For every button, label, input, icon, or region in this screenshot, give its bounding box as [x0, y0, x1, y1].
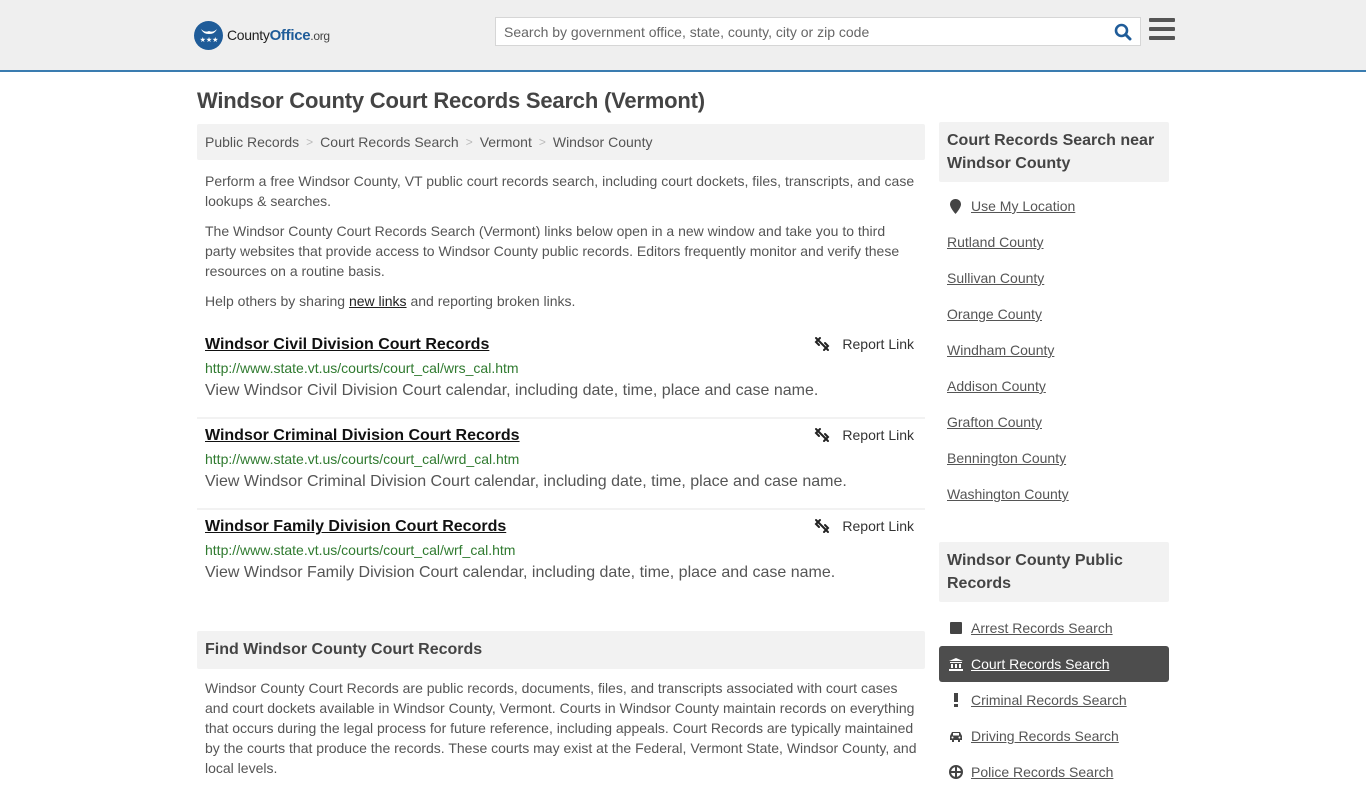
search-button[interactable] [1106, 18, 1140, 45]
public-record-item-arrest[interactable]: Arrest Records Search [939, 610, 1169, 646]
search-input[interactable] [496, 18, 1106, 45]
record-url: http://www.state.vt.us/courts/court_cal/… [205, 360, 519, 376]
record-url: http://www.state.vt.us/courts/court_cal/… [205, 451, 520, 467]
nearby-county-item: Addison County [947, 378, 1161, 414]
report-link-button[interactable]: Report Link [814, 518, 914, 534]
nearby-county-link[interactable]: Bennington County [947, 450, 1066, 466]
public-record-item-police[interactable]: Police Records Search [939, 754, 1169, 790]
breadcrumb: Public Records > Court Records Search > … [197, 124, 925, 160]
public-record-link[interactable]: Driving Records Search [971, 728, 1119, 744]
nearby-county-link[interactable]: Sullivan County [947, 270, 1044, 286]
breadcrumb-separator: > [306, 135, 314, 149]
exclamation-icon [949, 693, 963, 707]
nearby-county-link[interactable]: Windham County [947, 342, 1054, 358]
use-my-location-link[interactable]: Use My Location [971, 198, 1075, 214]
menu-icon-bar [1149, 27, 1175, 31]
nearby-county-item: Windham County [947, 342, 1161, 378]
record-title-link[interactable]: Windsor Criminal Division Court Records [205, 425, 520, 447]
intro-paragraph-2: The Windsor County Court Records Search … [205, 223, 900, 279]
broken-link-icon [814, 519, 830, 533]
nearby-county-link[interactable]: Addison County [947, 378, 1046, 394]
record-title-link[interactable]: Windsor Family Division Court Records [205, 516, 506, 538]
record-description: View Windsor Civil Division Court calend… [205, 382, 819, 399]
page-title: Windsor County Court Records Search (Ver… [197, 88, 705, 113]
nearby-county-item: Orange County [947, 306, 1161, 342]
record-item: Windsor Criminal Division Court Records … [197, 419, 925, 510]
find-section-heading: Find Windsor County Court Records [197, 631, 925, 669]
use-location-item: Use My Location [947, 198, 1161, 234]
breadcrumb-vermont[interactable]: Vermont [480, 134, 532, 150]
sidebar: Court Records Search near Windsor County… [939, 122, 1169, 790]
public-record-item-driving[interactable]: Driving Records Search [939, 718, 1169, 754]
public-records-section: Windsor County Public Records Arrest Rec… [939, 542, 1169, 790]
breadcrumb-separator: > [465, 135, 473, 149]
breadcrumb-windsor-county[interactable]: Windsor County [553, 134, 653, 150]
intro-paragraph-3: Help others by sharing new links and rep… [205, 293, 576, 309]
site-logo[interactable]: ★★★ CountyOffice.org [194, 20, 330, 50]
courthouse-icon [949, 657, 963, 671]
breadcrumb-separator: > [538, 135, 546, 149]
record-description: View Windsor Family Division Court calen… [205, 564, 836, 581]
breadcrumb-court-records-search[interactable]: Court Records Search [320, 134, 459, 150]
top-bar: ★★★ CountyOffice.org [0, 0, 1366, 72]
nearby-county-item: Washington County [947, 486, 1161, 522]
square-icon [949, 622, 963, 634]
record-title-link[interactable]: Windsor Civil Division Court Records [205, 334, 489, 356]
intro-paragraph-1: Perform a free Windsor County, VT public… [205, 173, 915, 209]
car-icon [949, 731, 963, 742]
public-record-link[interactable]: Criminal Records Search [971, 692, 1127, 708]
new-links-link[interactable]: new links [349, 293, 407, 309]
report-link-button[interactable]: Report Link [814, 427, 914, 443]
nearby-county-link[interactable]: Grafton County [947, 414, 1042, 430]
record-description: View Windsor Criminal Division Court cal… [205, 473, 847, 490]
public-records-heading: Windsor County Public Records [939, 542, 1169, 602]
public-record-link[interactable]: Police Records Search [971, 764, 1113, 780]
logo-text: CountyOffice.org [227, 26, 330, 44]
public-record-item-criminal[interactable]: Criminal Records Search [939, 682, 1169, 718]
public-records-list: Arrest Records Search Court Records Sear… [939, 602, 1169, 790]
search-bar [495, 17, 1141, 46]
public-record-item-court[interactable]: Court Records Search [939, 646, 1169, 682]
breadcrumb-public-records[interactable]: Public Records [205, 134, 299, 150]
svg-text:★★★: ★★★ [199, 36, 218, 44]
main-content: Public Records > Court Records Search > … [197, 124, 925, 778]
search-icon [1114, 23, 1132, 40]
nearby-county-link[interactable]: Rutland County [947, 234, 1044, 250]
record-url: http://www.state.vt.us/courts/court_cal/… [205, 542, 516, 558]
nearby-heading: Court Records Search near Windsor County [939, 122, 1169, 182]
nearby-county-item: Bennington County [947, 450, 1161, 486]
logo-eagle-icon: ★★★ [194, 20, 223, 50]
police-badge-icon [949, 765, 963, 779]
intro: Perform a free Windsor County, VT public… [197, 171, 925, 311]
public-record-link[interactable]: Arrest Records Search [971, 620, 1113, 636]
nearby-list: Use My Location Rutland County Sullivan … [939, 182, 1169, 522]
public-record-link[interactable]: Court Records Search [971, 656, 1110, 672]
record-item: Windsor Civil Division Court Records htt… [197, 328, 925, 419]
find-section-body: Windsor County Court Records are public … [205, 680, 917, 776]
record-list: Windsor Civil Division Court Records htt… [197, 328, 925, 601]
nearby-county-link[interactable]: Washington County [947, 486, 1069, 502]
map-marker-icon [950, 199, 961, 214]
record-item: Windsor Family Division Court Records ht… [197, 510, 925, 601]
menu-icon-bar [1149, 36, 1175, 40]
broken-link-icon [814, 337, 830, 351]
report-link-button[interactable]: Report Link [814, 336, 914, 352]
nearby-county-item: Sullivan County [947, 270, 1161, 306]
nearby-county-item: Rutland County [947, 234, 1161, 270]
hamburger-menu-button[interactable] [1149, 18, 1175, 42]
nearby-county-item: Grafton County [947, 414, 1161, 450]
broken-link-icon [814, 428, 830, 442]
nearby-county-link[interactable]: Orange County [947, 306, 1042, 322]
menu-icon-bar [1149, 18, 1175, 22]
